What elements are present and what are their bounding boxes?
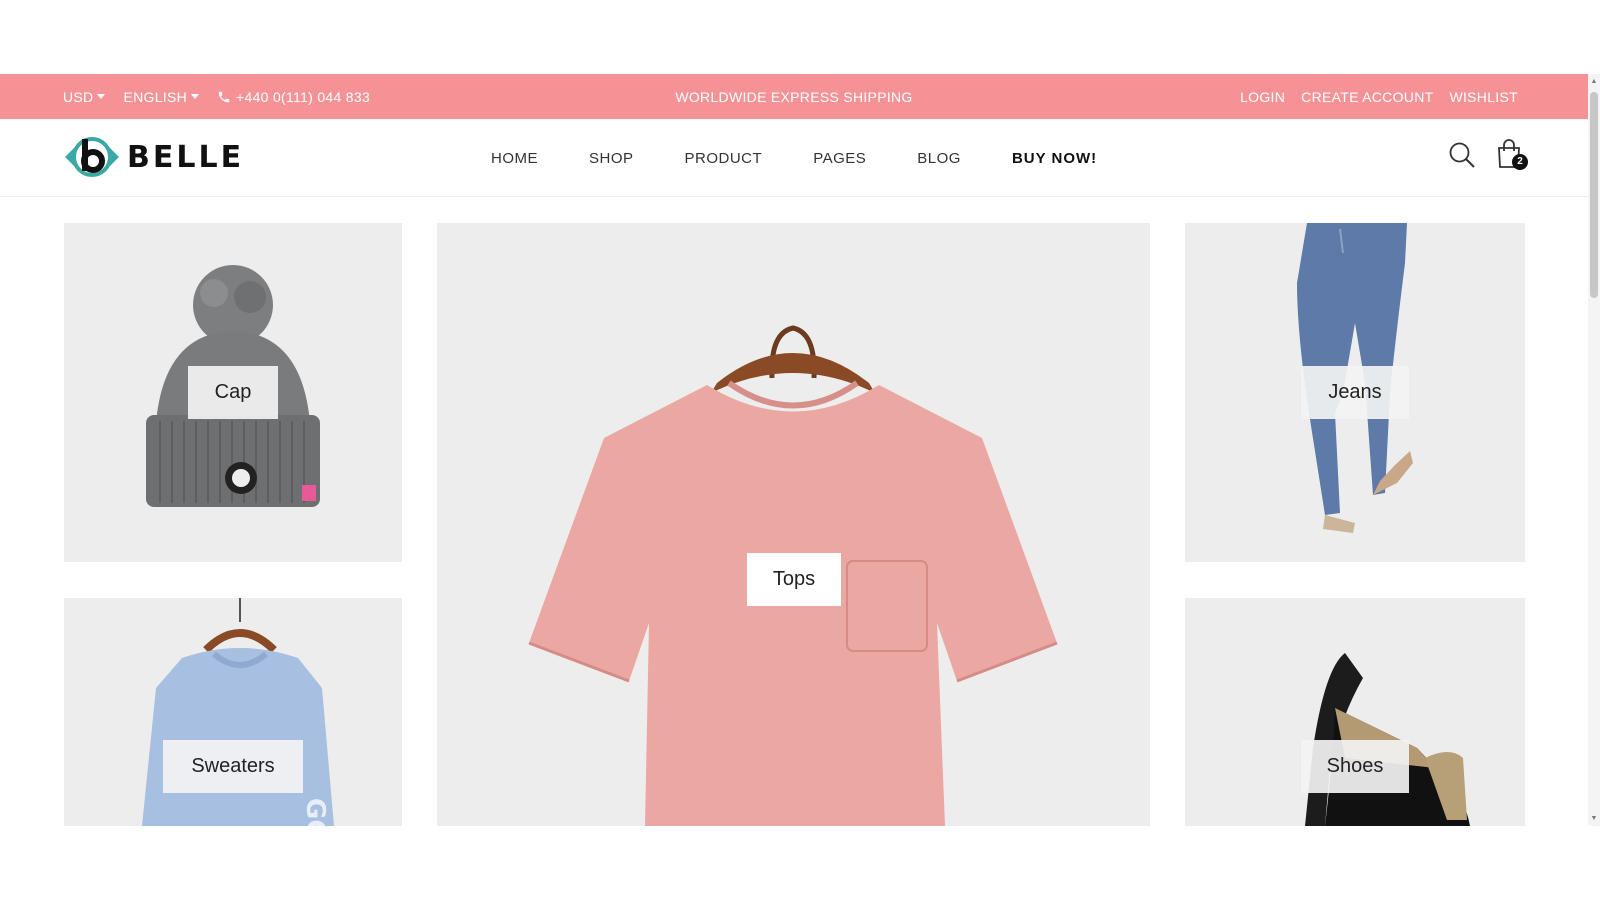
category-label-jeans: Jeans: [1301, 366, 1409, 419]
category-label-shoes: Shoes: [1301, 740, 1409, 793]
category-tile-jeans[interactable]: Jeans: [1185, 223, 1525, 562]
scroll-down-arrow-icon[interactable]: ▼: [1590, 815, 1598, 822]
category-label-tops: Tops: [747, 553, 841, 606]
scrollbar-thumb[interactable]: [1590, 92, 1598, 298]
category-tile-sweaters[interactable]: GG Sweaters: [64, 598, 402, 826]
tshirt-image: [528, 325, 1058, 826]
category-tile-cap[interactable]: Cap: [64, 223, 402, 562]
main-nav: HOME SHOP PRODUCT PAGES BLOG BUY NOW!: [491, 119, 1097, 197]
create-account-link[interactable]: CREATE ACCOUNT: [1301, 89, 1433, 105]
category-tile-tops[interactable]: Tops: [437, 223, 1150, 826]
search-icon[interactable]: [1448, 141, 1476, 169]
svg-text:GG: GG: [300, 798, 330, 826]
wishlist-link[interactable]: WISHLIST: [1449, 89, 1518, 105]
belle-logo-icon: [65, 137, 119, 177]
main-header: BELLE HOME SHOP PRODUCT PAGES BLOG BUY N…: [0, 119, 1588, 197]
nav-shop[interactable]: SHOP: [589, 150, 634, 167]
login-link[interactable]: LOGIN: [1240, 89, 1285, 105]
scroll-up-arrow-icon[interactable]: ▲: [1590, 78, 1598, 85]
top-bar: USD ENGLISH +440 0(111) 044 833 WORLDWID…: [0, 74, 1588, 119]
nav-buy-now[interactable]: BUY NOW!: [1012, 150, 1097, 167]
cart-button[interactable]: 2: [1496, 139, 1528, 171]
category-label-cap: Cap: [188, 366, 278, 419]
nav-home[interactable]: HOME: [491, 150, 538, 167]
nav-product[interactable]: PRODUCT: [685, 150, 763, 167]
nav-blog[interactable]: BLOG: [917, 150, 961, 167]
brand-logo[interactable]: BELLE: [63, 135, 244, 179]
header-icons: 2: [1448, 139, 1528, 171]
promo-text: WORLDWIDE EXPRESS SHIPPING: [675, 88, 913, 105]
account-links: LOGIN CREATE ACCOUNT WISHLIST: [1240, 74, 1518, 119]
category-label-sweaters: Sweaters: [163, 740, 303, 793]
nav-pages[interactable]: PAGES: [813, 150, 866, 167]
brand-name: BELLE: [127, 139, 245, 175]
cart-count-badge: 2: [1512, 154, 1528, 170]
category-tile-shoes[interactable]: Shoes: [1185, 598, 1525, 826]
